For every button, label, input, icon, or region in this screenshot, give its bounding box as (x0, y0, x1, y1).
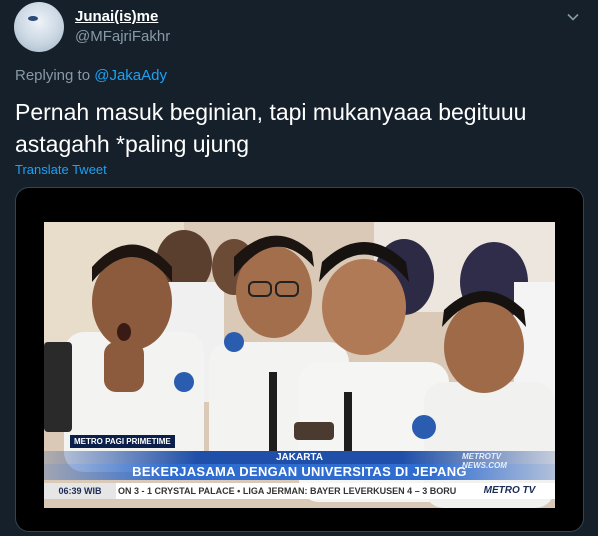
tweet-text-line-2: astagahh *paling ujung (15, 131, 250, 157)
media-container[interactable]: METRO PAGI PRIMETIME JAKARTA BEKERJASAMA… (15, 187, 584, 532)
replying-to-label: Replying to (15, 67, 91, 84)
tweet-text-line-1: Pernah masuk beginian, tapi mukanyaaa be… (15, 99, 527, 125)
avatar[interactable] (14, 2, 64, 52)
video-frame[interactable]: METRO PAGI PRIMETIME JAKARTA BEKERJASAMA… (44, 222, 555, 508)
news-ticker: 06:39 WIB ON 3 - 1 CRYSTAL PALACE • LIGA… (44, 483, 555, 499)
program-label: METRO PAGI PRIMETIME (70, 435, 175, 448)
reply-mention-link[interactable]: @JakaAdy (94, 67, 167, 84)
metrotv-logo: METRO TV (483, 485, 536, 496)
translate-tweet-link[interactable]: Translate Tweet (15, 162, 107, 177)
chevron-down-icon[interactable] (566, 10, 580, 24)
user-handle[interactable]: @MFajriFakhr (75, 28, 170, 45)
metrotvnews-logo: METROTV NEWS.COM (462, 452, 507, 470)
tweet-text: Pernah masuk beginian, tapi mukanyaaa be… (15, 96, 575, 160)
ticker-time: 06:39 WIB (44, 483, 116, 499)
replying-to: Replying to @JakaAdy (15, 67, 167, 84)
display-name[interactable]: Junai(is)me (75, 8, 158, 25)
ticker-text: ON 3 - 1 CRYSTAL PALACE • LIGA JERMAN: B… (118, 486, 456, 496)
avatar-mark (28, 16, 38, 21)
